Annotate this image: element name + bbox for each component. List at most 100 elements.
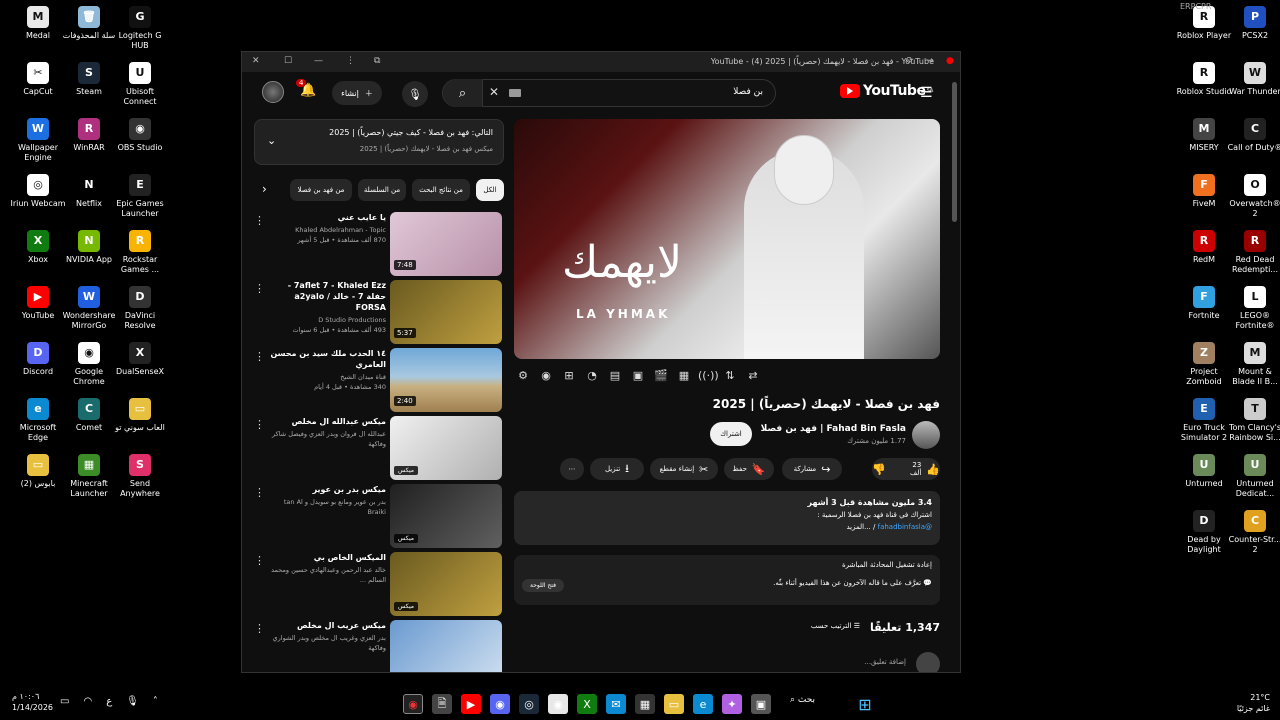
recommendation-title[interactable]: ميكس بدر بن عوير: [270, 484, 386, 495]
desktop-icon-desktop_right-19[interactable]: C Counter-Str... 2: [1226, 510, 1280, 555]
scrollbar-thumb[interactable]: [952, 82, 957, 222]
chevron-down-icon[interactable]: ⌄: [267, 134, 276, 147]
desktop-icon-desktop_left-26[interactable]: S Send Anywhere: [111, 454, 169, 499]
recommendation-title[interactable]: ميكس عريب ال مخلص: [270, 620, 386, 631]
more-options-icon[interactable]: ⋮: [254, 350, 265, 363]
sort-icon[interactable]: ⇅: [721, 369, 739, 382]
desktop-icon-desktop_right-10[interactable]: F Fortnite: [1175, 286, 1233, 321]
recommendation-title[interactable]: ميكس عبدالله ال مخلص: [270, 416, 386, 427]
dislike-icon[interactable]: 👎: [872, 463, 886, 476]
search-box[interactable]: ⌕ ✕ بن فصلا: [442, 79, 776, 107]
copilot-icon[interactable]: ✦: [722, 694, 742, 714]
desktop-icon-desktop_right-0[interactable]: R Roblox Player: [1175, 6, 1233, 41]
recommendation-title[interactable]: الميكس الخاص بي: [270, 552, 386, 563]
folder-icon[interactable]: ▭: [664, 694, 684, 714]
desktop-icon-desktop_left-20[interactable]: X DualSenseX: [111, 342, 169, 377]
search-input[interactable]: بن فصلا: [733, 87, 763, 97]
close-icon[interactable]: ✕: [252, 56, 260, 66]
desktop-icon-desktop_left-9[interactable]: ◎ Iriun Webcam: [9, 174, 67, 209]
desktop-icon-desktop_left-0[interactable]: M Medal: [9, 6, 67, 41]
recommendation-item[interactable]: ميكس ميكس بدر بن عوير بدر بن عوير ومانع بو…: [254, 484, 504, 548]
weather-widget[interactable]: 21°C غائم جزئيًا: [1230, 692, 1270, 714]
clapper-icon[interactable]: 🎬: [652, 369, 670, 382]
desktop-icon-desktop_right-13[interactable]: M Mount & Blade II B...: [1226, 342, 1280, 387]
clear-search-icon[interactable]: ✕: [489, 85, 499, 99]
broadcast-icon[interactable]: ((·)): [698, 369, 719, 382]
taskbar-search[interactable]: بحث ⌕: [790, 695, 815, 705]
start-button-icon[interactable]: ⊞: [855, 694, 875, 714]
window-icon[interactable]: ▣: [751, 694, 771, 714]
recommendation-title[interactable]: ١٤ الحدب ملك سيد بن محسن العامري: [270, 348, 386, 370]
description-box[interactable]: 3.4 مليون مشاهدة قبل 3 أشهر اشتراك في قن…: [514, 491, 940, 545]
desktop-icon-desktop_left-19[interactable]: ◉ Google Chrome: [60, 342, 118, 387]
desktop-icon-desktop_left-25[interactable]: ▦ Minecraft Launcher: [60, 454, 118, 499]
xbox-taskbar-icon[interactable]: X: [577, 694, 597, 714]
desktop-icon-desktop_right-11[interactable]: L LEGO® Fortnite®: [1226, 286, 1280, 331]
language-icon[interactable]: ع: [106, 696, 112, 707]
speed-icon[interactable]: ◔: [583, 369, 601, 382]
account-avatar[interactable]: [262, 81, 284, 103]
forward-icon[interactable]: →: [926, 56, 934, 66]
loop-icon[interactable]: ⇄: [744, 369, 762, 382]
desktop-icon-desktop_right-6[interactable]: F FiveM: [1175, 174, 1233, 209]
file-explorer-icon[interactable]: 🗎: [432, 694, 452, 714]
more-options-icon[interactable]: ⋮: [254, 214, 265, 227]
chip-series[interactable]: من السلسلة: [358, 179, 406, 201]
more-options-icon[interactable]: ⋮: [254, 554, 265, 567]
desktop-icon-desktop_left-24[interactable]: ▭ (2) بابوس: [9, 454, 67, 489]
chip-channel[interactable]: من فهد بن فصلا: [290, 179, 352, 201]
chrome-taskbar-icon[interactable]: ◉: [548, 694, 568, 714]
mail-icon[interactable]: ✉: [606, 694, 626, 714]
subscribe-button[interactable]: اشتراك: [710, 422, 752, 446]
desktop-icon-desktop_right-4[interactable]: M MISERY: [1175, 118, 1233, 153]
more-options-icon[interactable]: ⋮: [254, 622, 265, 635]
desktop-icon-desktop_right-17[interactable]: U Unturned Dedicat...: [1226, 454, 1280, 499]
recommendation-item[interactable]: 2:40 ١٤ الحدب ملك سيد بن محسن العامري قناة…: [254, 348, 504, 412]
channel-handle-link[interactable]: @fahadbinfasla: [878, 523, 932, 531]
desktop-icon-desktop_right-12[interactable]: Z Project Zomboid: [1175, 342, 1233, 387]
desktop-icon-desktop_left-15[interactable]: ▶ YouTube: [9, 286, 67, 321]
mic-tray-icon[interactable]: 🎙: [126, 696, 139, 707]
recommendation-channel[interactable]: عبدالله ال فروان وبدر العزي وفيصل شاكر و…: [270, 429, 386, 449]
desktop-icon-desktop_left-10[interactable]: N Netflix: [60, 174, 118, 209]
reload-icon[interactable]: ⟳: [906, 56, 914, 66]
maximize-icon[interactable]: ☐: [284, 56, 292, 66]
steam-taskbar-icon[interactable]: ◎: [519, 694, 539, 714]
extension-icon[interactable]: ⧉: [374, 56, 380, 66]
recommendation-title[interactable]: 7aflet 7 - Khaled Ezz - حفلة 7 - خالد / …: [270, 280, 386, 313]
recommendation-item[interactable]: ميكس الميكس الخاص بي خالد عبد الرحمن وعبدا…: [254, 552, 504, 616]
active-app-icon[interactable]: ◉: [403, 694, 423, 714]
recommendation-title[interactable]: يا عايب عني: [270, 212, 386, 223]
desktop-icon-desktop_right-7[interactable]: O Overwatch® 2: [1226, 174, 1280, 219]
recommendation-channel[interactable]: بدر بن عوير ومانع بو سويدل و tan Al Brai…: [270, 497, 386, 517]
voice-search-icon[interactable]: 🎙: [402, 81, 428, 107]
desktop-icon-desktop_left-1[interactable]: 🗑 سلة المحذوفات: [60, 6, 118, 41]
volume-boost-icon[interactable]: ▦: [675, 369, 693, 382]
like-count[interactable]: 23 ألف: [901, 461, 921, 477]
desktop-icon-desktop_right-18[interactable]: D Dead by Daylight: [1175, 510, 1233, 555]
recommendation-channel[interactable]: قناة ميدان الشيخ: [270, 372, 386, 382]
desktop-icon-desktop_right-1[interactable]: P PCSX2: [1226, 6, 1280, 41]
save-button[interactable]: 🔖 حفظ: [724, 458, 774, 480]
desktop-icon-desktop_left-4[interactable]: S Steam: [60, 62, 118, 97]
recommendation-item[interactable]: 5:37 7aflet 7 - Khaled Ezz - حفلة 7 - خال…: [254, 280, 504, 344]
desktop-icon-desktop_right-3[interactable]: W War Thunder: [1226, 62, 1280, 97]
edge-icon[interactable]: e: [693, 694, 713, 714]
desktop-icon-desktop_right-14[interactable]: E Euro Truck Simulator 2: [1175, 398, 1233, 443]
chip-all[interactable]: الكل: [476, 179, 504, 201]
keyboard-icon[interactable]: [509, 89, 521, 97]
desktop-icon-desktop_left-23[interactable]: ▭ العاب سوني تو: [111, 398, 169, 433]
recommendation-channel[interactable]: خالد عبد الرحمن وعبدالهادي حسين ومحمد ال…: [270, 565, 386, 585]
add-comment-input[interactable]: إضافة تعليق...: [864, 658, 906, 666]
desktop-icon-desktop_right-9[interactable]: R Red Dead Redempti...: [1226, 230, 1280, 275]
more-actions-icon[interactable]: ⋯: [560, 458, 584, 480]
chevron-up-icon[interactable]: ˄: [153, 696, 158, 707]
desktop-icon-desktop_left-13[interactable]: N NVIDIA App: [60, 230, 118, 265]
recommendation-item[interactable]: ميكس عريب ال مخلص بدر العزي وغريب ال مخلص…: [254, 620, 504, 672]
hamburger-menu-icon[interactable]: ☰: [920, 85, 933, 101]
up-next-panel[interactable]: التالي: فهد بن فصلا - كيف جيتي (حصرياً) …: [254, 119, 504, 165]
screenshot-icon[interactable]: ◉: [537, 369, 555, 382]
more-icon[interactable]: ⋮: [346, 56, 355, 66]
more-options-icon[interactable]: ⋮: [254, 418, 265, 431]
sort-by-button[interactable]: ☰ الترتيب حسب: [811, 622, 860, 630]
